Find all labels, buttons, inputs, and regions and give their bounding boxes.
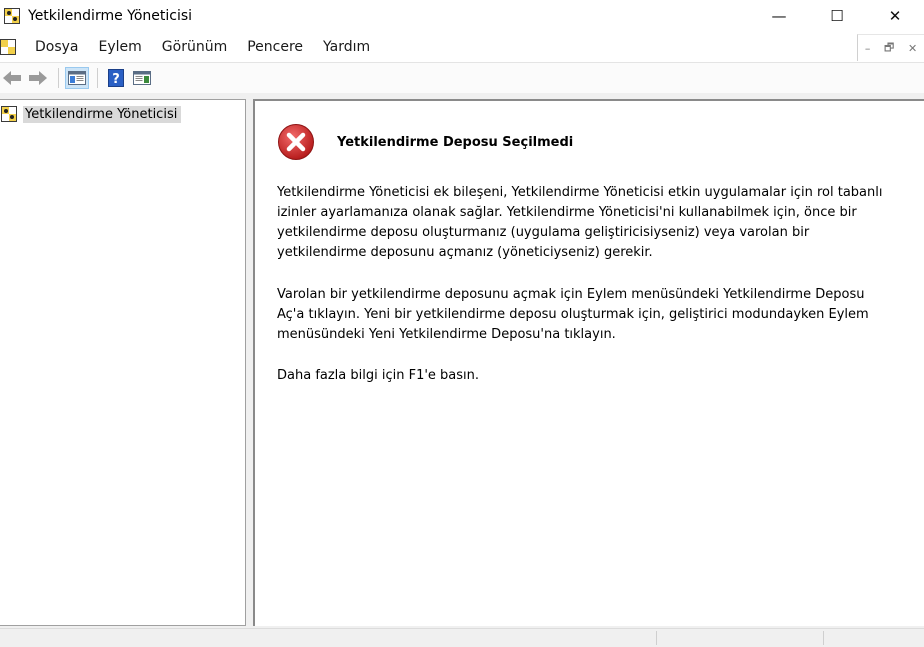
error-icon [278,124,314,160]
window-controls: — ☐ ✕ [750,0,924,32]
window-title: Yetkilendirme Yöneticisi [28,8,193,24]
svg-text:?: ? [112,72,120,87]
toolbar: ? [0,62,924,93]
status-divider [823,631,824,645]
help-icon: ? [108,69,124,87]
description-paragraph: Yetkilendirme Yöneticisi ek bileşeni, Ye… [277,185,883,260]
mdi-close-button[interactable]: ✕ [908,42,917,55]
help-hint-paragraph: Daha fazla bilgi için F1'e basın. [277,368,480,383]
show-hide-action-pane-button[interactable] [130,67,154,89]
menu-bar: Dosya Eylem Görünüm Pencere Yardım [0,32,924,62]
menu-eylem[interactable]: Eylem [89,39,152,55]
console-tree-pane: Yetkilendirme Yöneticisi [0,99,246,626]
mdi-controls: – 🗗 ✕ [857,34,924,61]
authorization-manager-icon [1,106,17,122]
forward-button[interactable] [26,67,50,89]
status-bar [0,628,924,647]
show-hide-console-tree-button[interactable] [65,67,89,89]
content-pane: Yetkilendirme Deposu Seçilmedi Yetkilend… [253,99,924,626]
close-button[interactable]: ✕ [866,0,924,32]
menu-pencere[interactable]: Pencere [237,39,313,55]
show-hide-action-pane-icon [133,71,151,85]
menu-dosya[interactable]: Dosya [25,39,89,55]
toolbar-separator [97,68,98,88]
toolbar-separator [58,68,59,88]
menu-yardim[interactable]: Yardım [313,39,380,55]
mdi-minimize-button[interactable]: – [865,42,871,55]
page-title: Yetkilendirme Deposu Seçilmedi [337,135,574,150]
system-menu-icon[interactable] [0,39,16,55]
forward-icon [29,71,47,85]
instructions-paragraph: Varolan bir yetkilendirme deposunu açmak… [277,287,869,342]
show-hide-console-tree-icon [68,71,86,85]
tree-item-label: Yetkilendirme Yöneticisi [23,105,182,123]
tree-item-root[interactable]: Yetkilendirme Yöneticisi [0,104,182,124]
menu-gorunum[interactable]: Görünüm [152,39,237,55]
back-button[interactable] [0,67,24,89]
back-icon [3,71,21,85]
maximize-button[interactable]: ☐ [808,0,866,32]
status-divider [656,631,657,645]
minimize-button[interactable]: — [750,0,808,32]
help-button[interactable]: ? [104,67,128,89]
mdi-restore-button[interactable]: 🗗 [884,39,894,58]
title-bar: Yetkilendirme Yöneticisi — ☐ ✕ [0,0,924,32]
authorization-manager-icon [4,8,20,24]
